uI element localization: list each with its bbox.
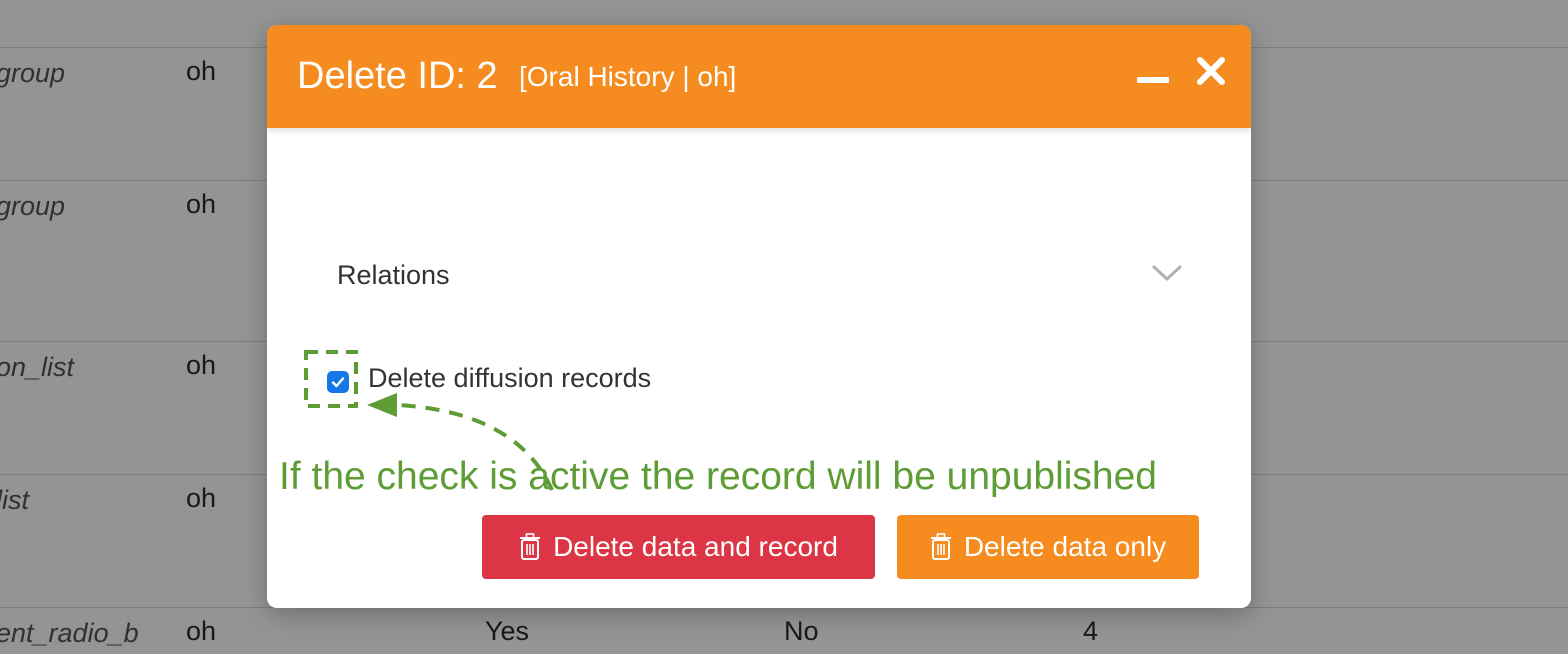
checkmark-icon (331, 377, 345, 388)
delete-data-and-record-button[interactable]: Delete data and record (482, 515, 875, 579)
chevron-down-icon[interactable] (1151, 263, 1183, 283)
close-icon[interactable] (1193, 53, 1229, 89)
delete-data-only-label: Delete data only (963, 531, 1167, 562)
annotation-text: If the check is active the record will b… (279, 455, 1157, 498)
relations-label: Relations (337, 260, 450, 290)
dialog-subtitle: [Oral History | oh] (519, 61, 737, 92)
dialog-title: Delete ID: 2 (297, 55, 498, 97)
trash-icon (930, 533, 951, 560)
delete-data-only-button[interactable]: Delete data only (897, 515, 1199, 579)
delete-diffusion-checkbox[interactable] (327, 371, 349, 393)
trash-icon (520, 533, 541, 560)
minimize-icon[interactable] (1137, 77, 1169, 83)
delete-dialog: Delete ID: 2 [Oral History | oh] Relatio… (267, 25, 1251, 608)
dialog-header: Delete ID: 2 [Oral History | oh] (267, 25, 1251, 128)
delete-data-and-record-label: Delete data and record (553, 531, 838, 562)
